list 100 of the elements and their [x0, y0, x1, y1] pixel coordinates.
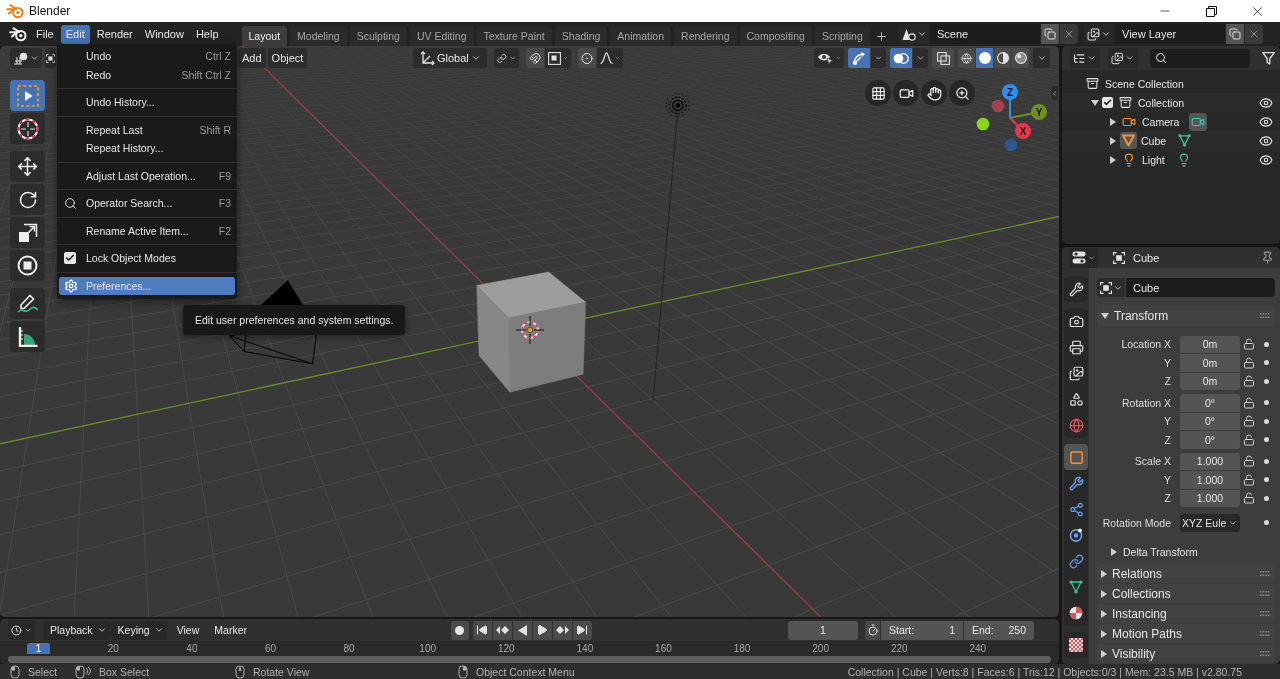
- dropdown-menu[interactable]: Playback: [43, 620, 110, 640]
- checkbox[interactable]: [1102, 97, 1113, 108]
- dropdown-menu[interactable]: Keying: [110, 620, 167, 640]
- visibility-dropdown[interactable]: [814, 48, 844, 68]
- camera-view-button[interactable]: [893, 80, 919, 106]
- perspective-toggle-button[interactable]: [865, 80, 891, 106]
- axis-dot[interactable]: [1015, 123, 1031, 139]
- number-field[interactable]: 0m: [1180, 354, 1240, 372]
- toggle-button[interactable]: [526, 48, 545, 68]
- triangle-right-icon[interactable]: [1101, 629, 1107, 638]
- panel-header[interactable]: Collections: [1097, 584, 1275, 603]
- tool-button[interactable]: [10, 113, 45, 144]
- previous-keyframe-button[interactable]: [492, 620, 512, 640]
- axis-dot[interactable]: [976, 117, 990, 131]
- tool-button[interactable]: [10, 151, 45, 182]
- editor-type-button[interactable]: [1069, 247, 1098, 268]
- play-reverse-button[interactable]: [512, 620, 532, 640]
- sidebar-toggle-button[interactable]: [1051, 86, 1058, 100]
- checkbox[interactable]: [64, 252, 76, 265]
- object-name-field[interactable]: Cube: [1126, 278, 1275, 297]
- orientation-dropdown[interactable]: Global: [413, 48, 488, 68]
- dot-icon[interactable]: [1264, 378, 1269, 384]
- workspace-tab[interactable]: Scripting: [814, 26, 870, 46]
- panel-header[interactable]: Relations: [1097, 564, 1275, 583]
- eye-icon[interactable]: [1259, 133, 1273, 148]
- shading-button[interactable]: [958, 48, 975, 68]
- preview-range-button[interactable]: [865, 620, 880, 640]
- menu-item[interactable]: Repeat History...: [59, 139, 235, 158]
- editor-type-button[interactable]: [1070, 48, 1100, 68]
- axis-dot[interactable]: [991, 99, 1005, 113]
- pivot-dropdown[interactable]: [494, 48, 520, 68]
- workspace-tab[interactable]: Shading: [554, 26, 608, 46]
- menu-item[interactable]: File: [31, 24, 59, 44]
- workspace-tab[interactable]: Texture Paint: [476, 26, 552, 46]
- triangle-right-icon[interactable]: [1101, 569, 1107, 578]
- number-field[interactable]: 0°: [1180, 412, 1240, 430]
- tool-button[interactable]: [10, 288, 45, 319]
- menu-item[interactable]: Lock Object Modes: [59, 249, 235, 268]
- menu-item[interactable]: Edit: [60, 24, 90, 44]
- view-layer-browse-button[interactable]: [1084, 24, 1114, 44]
- number-field[interactable]: 1.000: [1180, 489, 1240, 507]
- triangle-right-icon[interactable]: [1101, 589, 1107, 598]
- dot-icon[interactable]: [1264, 418, 1269, 424]
- menu-item[interactable]: Adjust Last Operation... F9: [59, 166, 235, 185]
- tool-button[interactable]: [10, 250, 45, 281]
- open-padlock-icon[interactable]: [1243, 433, 1255, 446]
- menu-item[interactable]: Window: [139, 24, 189, 44]
- number-field[interactable]: 0m: [1180, 335, 1240, 353]
- menu-button[interactable]: Object: [267, 48, 308, 68]
- jump-end-button[interactable]: [572, 620, 592, 640]
- remove-button[interactable]: [1060, 24, 1078, 44]
- auto-keying-button[interactable]: [450, 620, 469, 640]
- panel-header[interactable]: Transform: [1097, 305, 1275, 326]
- dot-icon[interactable]: [1264, 477, 1269, 483]
- shading-button[interactable]: [976, 48, 993, 68]
- triangle-right-icon[interactable]: [1110, 136, 1116, 145]
- eye-icon[interactable]: [1259, 95, 1273, 110]
- remove-button[interactable]: [1245, 24, 1263, 44]
- current-frame-field[interactable]: 1: [788, 620, 858, 640]
- menu-button[interactable]: Marker: [209, 620, 252, 640]
- number-field[interactable]: 0°: [1180, 431, 1240, 449]
- workspace-tab[interactable]: Compositing: [739, 26, 812, 46]
- workspace-tab[interactable]: UV Editing: [409, 26, 474, 46]
- menu-button[interactable]: Add: [238, 48, 266, 68]
- editor-type-button[interactable]: [10, 48, 42, 68]
- options-dropdown[interactable]: [545, 48, 572, 68]
- axis-dot[interactable]: [1004, 138, 1018, 152]
- eye-icon[interactable]: [1259, 152, 1273, 167]
- triangle-right-icon[interactable]: [1111, 548, 1117, 556]
- options-dropdown[interactable]: [597, 48, 624, 68]
- open-padlock-icon[interactable]: [1243, 415, 1255, 428]
- triangle-right-icon[interactable]: [1101, 609, 1107, 618]
- tool-button[interactable]: [10, 184, 45, 215]
- horizontal-scrollbar[interactable]: [8, 656, 1051, 663]
- menu-item[interactable]: Help: [190, 24, 224, 44]
- menu-item[interactable]: Undo Ctrl Z: [59, 47, 235, 66]
- scene-browse-button[interactable]: [899, 24, 929, 44]
- subpanel-header[interactable]: Delta Transform: [1097, 542, 1275, 562]
- playhead[interactable]: 1: [27, 643, 50, 654]
- funnel-icon[interactable]: [1262, 51, 1275, 65]
- app-menu-button[interactable]: [8, 24, 28, 44]
- scene-name-field[interactable]: Scene: [930, 24, 1040, 44]
- menu-item[interactable]: Operator Search... F3: [59, 194, 235, 213]
- end-frame-field[interactable]: End: 250: [964, 620, 1034, 640]
- duplicate-button[interactable]: [1226, 24, 1244, 44]
- open-padlock-icon[interactable]: [1243, 338, 1255, 351]
- menu-item[interactable]: Rename Active Item... F2: [59, 221, 235, 240]
- workspace-tab[interactable]: Rendering: [674, 26, 737, 46]
- tool-button[interactable]: [10, 321, 45, 352]
- dot-icon[interactable]: [1264, 458, 1269, 464]
- dot-icon[interactable]: [1264, 341, 1269, 347]
- panel-header[interactable]: Visibility: [1097, 644, 1275, 663]
- panel-header[interactable]: Instancing: [1097, 604, 1275, 623]
- panel-header[interactable]: Motion Paths: [1097, 624, 1275, 643]
- dot-icon[interactable]: [1264, 520, 1269, 526]
- open-padlock-icon[interactable]: [1243, 375, 1255, 388]
- menu-button[interactable]: View: [171, 620, 205, 640]
- menu-item[interactable]: Render: [91, 24, 138, 44]
- editor-type-button[interactable]: [8, 620, 35, 640]
- workspace-tab[interactable]: Sculpting: [349, 26, 407, 46]
